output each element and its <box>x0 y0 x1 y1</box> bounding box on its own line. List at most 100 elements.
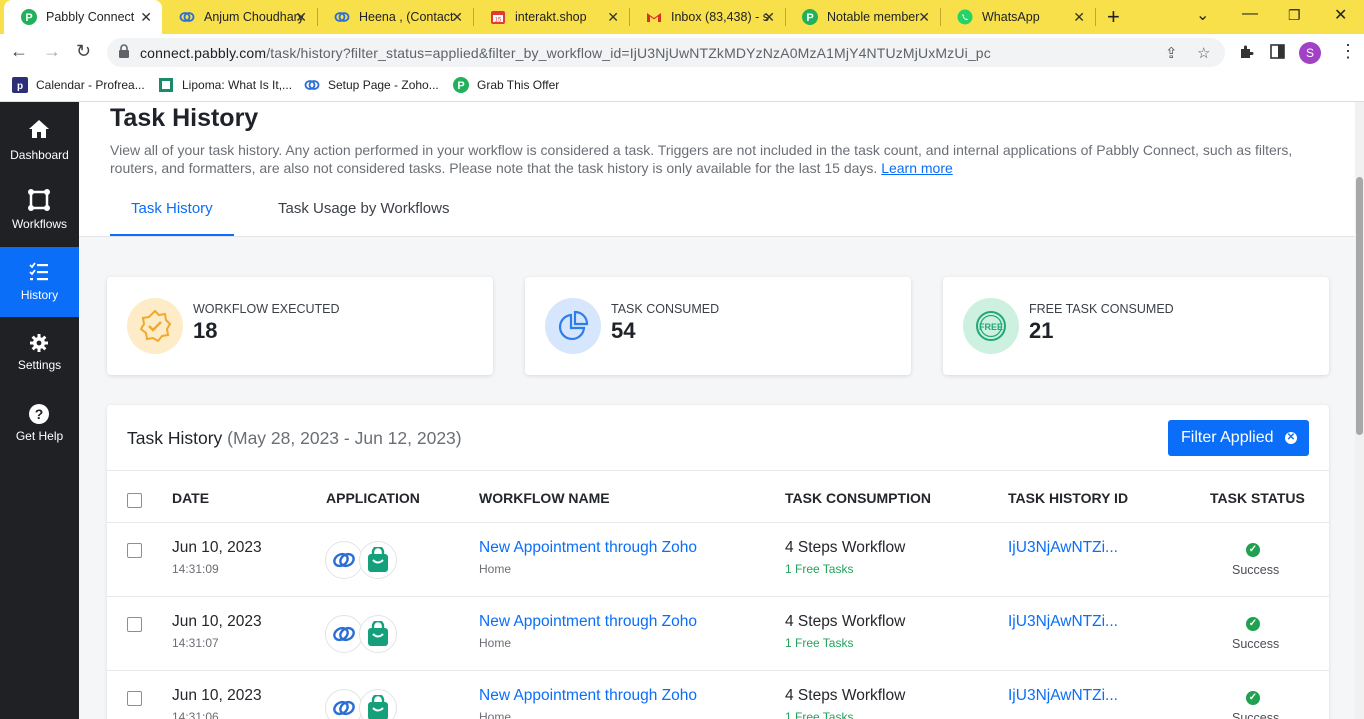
bookmark-setup-zoho[interactable]: Setup Page - Zoho... <box>304 77 439 93</box>
extensions-icon[interactable] <box>1238 44 1254 65</box>
svg-text:P: P <box>806 12 813 24</box>
row-date: Jun 10, 2023 <box>172 687 262 704</box>
tab-divider <box>1095 8 1096 26</box>
row-workflow-link[interactable]: New Appointment through Zoho <box>479 613 697 631</box>
sidebar-item-dashboard[interactable]: Dashboard <box>0 107 79 177</box>
sidebar-item-workflows[interactable]: Workflows <box>0 179 79 249</box>
bookmark-doc-icon <box>158 77 174 93</box>
clear-filter-icon[interactable]: ✕ <box>1285 432 1297 444</box>
browser-toolbar: ← → ↻ connect.pabbly.com/task/history?fi… <box>0 34 1364 71</box>
tab-divider <box>785 8 786 26</box>
sidebar-item-history[interactable]: History <box>0 247 79 317</box>
browser-tab-pabbly-connect[interactable]: P Pabbly Connect ✕ <box>4 0 162 34</box>
bookmark-grab-offer[interactable]: P Grab This Offer <box>453 77 559 93</box>
reload-button[interactable]: ↻ <box>76 41 91 62</box>
row-checkbox[interactable] <box>127 617 142 632</box>
column-header-date: DATE <box>172 490 210 506</box>
browser-tab-strip: P Pabbly Connect ✕ Anjum Choudhary ✕ Hee… <box>0 0 1364 34</box>
stat-label: TASK CONSUMED <box>611 302 720 316</box>
column-header-task-status: TASK STATUS <box>1210 490 1305 506</box>
address-bar[interactable]: connect.pabbly.com/task/history?filter_s… <box>107 38 1225 67</box>
row-checkbox[interactable] <box>127 691 142 706</box>
row-task-history-id[interactable]: IjU3NjAwNTZi... <box>1008 539 1118 557</box>
row-free-tasks: 1 Free Tasks <box>785 562 854 576</box>
row-date: Jun 10, 2023 <box>172 613 262 630</box>
row-divider <box>107 596 1329 597</box>
new-tab-button[interactable]: + <box>1107 4 1120 30</box>
column-header-task-history-id: TASK HISTORY ID <box>1008 490 1129 506</box>
shopping-bag-icon <box>359 615 397 653</box>
row-status: Success <box>1232 563 1280 577</box>
learn-more-link[interactable]: Learn more <box>881 160 953 176</box>
stat-label: FREE TASK CONSUMED <box>1029 302 1174 316</box>
row-folder: Home <box>479 636 512 650</box>
sidebar-item-settings[interactable]: Settings <box>0 320 79 390</box>
row-folder: Home <box>479 562 512 576</box>
shopping-bag-icon <box>359 689 397 719</box>
filter-applied-button[interactable]: Filter Applied ✕ <box>1168 420 1309 456</box>
row-task-history-id[interactable]: IjU3NjAwNTZi... <box>1008 613 1118 631</box>
close-tab-icon[interactable]: ✕ <box>607 9 619 26</box>
row-time: 14:31:06 <box>172 710 219 719</box>
close-window-icon[interactable]: ✕ <box>1334 5 1347 25</box>
browser-tab-heena[interactable]: Heena , (Contact ✕ <box>317 0 473 34</box>
row-workflow-link[interactable]: New Appointment through Zoho <box>479 687 697 705</box>
share-icon[interactable]: ⇪ <box>1165 44 1178 62</box>
svg-text:?: ? <box>35 406 44 422</box>
row-time: 14:31:09 <box>172 562 219 576</box>
row-task-history-id[interactable]: IjU3NjAwNTZi... <box>1008 687 1118 705</box>
chrome-menu-icon[interactable]: ⋮ <box>1339 41 1357 62</box>
sidebar-item-get-help[interactable]: ? Get Help <box>0 391 79 461</box>
stat-card-free-task-consumed: FREE FREE TASK CONSUMED 21 <box>943 277 1329 375</box>
profrea-icon: p <box>12 77 28 93</box>
page-header: Task History View all of your task histo… <box>79 102 1355 237</box>
svg-text:15: 15 <box>495 18 502 24</box>
pie-chart-icon <box>545 298 601 354</box>
stat-card-workflow-executed: WORKFLOW EXECUTED 18 <box>107 277 493 375</box>
close-tab-icon[interactable]: ✕ <box>140 9 152 26</box>
tab-task-usage-by-workflows[interactable]: Task Usage by Workflows <box>278 200 449 217</box>
row-free-tasks: 1 Free Tasks <box>785 636 854 650</box>
check-circle-icon: ✓ <box>1246 543 1260 557</box>
row-folder: Home <box>479 710 512 719</box>
shopping-bag-icon <box>359 541 397 579</box>
minimize-icon[interactable]: — <box>1242 5 1258 23</box>
bookmark-calendar-profrea[interactable]: p Calendar - Profrea... <box>12 77 145 93</box>
scrollbar-thumb[interactable] <box>1356 177 1363 435</box>
pabbly-icon: P <box>21 9 37 25</box>
zoho-bookings-icon <box>325 541 363 579</box>
row-date: Jun 10, 2023 <box>172 539 262 556</box>
zoho-bookings-icon <box>179 9 195 25</box>
svg-text:P: P <box>457 80 464 92</box>
column-header-workflow-name: WORKFLOW NAME <box>479 490 610 506</box>
gmail-icon <box>646 9 662 25</box>
row-workflow-link[interactable]: New Appointment through Zoho <box>479 539 697 557</box>
browser-tab-gmail[interactable]: Inbox (83,438) - s ✕ <box>629 0 785 34</box>
close-tab-icon[interactable]: ✕ <box>451 9 463 26</box>
forward-button[interactable]: → <box>43 41 61 62</box>
stat-card-task-consumed: TASK CONSUMED 54 <box>525 277 911 375</box>
profile-avatar[interactable]: S <box>1299 42 1321 64</box>
back-button[interactable]: ← <box>10 41 28 62</box>
select-all-checkbox[interactable] <box>127 493 142 508</box>
browser-tab-whatsapp[interactable]: WhatsApp ✕ <box>940 0 1095 34</box>
close-tab-icon[interactable]: ✕ <box>295 9 307 26</box>
browser-tab-anjum[interactable]: Anjum Choudhary ✕ <box>162 0 317 34</box>
bookmark-lipoma[interactable]: Lipoma: What Is It,... <box>158 77 292 93</box>
home-icon <box>27 117 51 141</box>
browser-tab-notable[interactable]: P Notable member ✕ <box>785 0 940 34</box>
close-tab-icon[interactable]: ✕ <box>1073 9 1085 26</box>
side-panel-icon[interactable] <box>1270 44 1285 64</box>
svg-text:P: P <box>25 12 32 24</box>
row-status: Success <box>1232 637 1280 651</box>
close-tab-icon[interactable]: ✕ <box>763 9 775 26</box>
row-divider <box>107 522 1329 523</box>
restore-icon[interactable]: ❐ <box>1288 7 1301 24</box>
tab-task-history[interactable]: Task History <box>131 200 213 217</box>
tab-search-icon[interactable]: ⌄ <box>1196 5 1209 25</box>
close-tab-icon[interactable]: ✕ <box>918 9 930 26</box>
bookmark-star-icon[interactable]: ☆ <box>1197 44 1210 62</box>
row-checkbox[interactable] <box>127 543 142 558</box>
browser-tab-interakt[interactable]: 15 interakt.shop ✕ <box>473 0 629 34</box>
page-scrollbar[interactable] <box>1355 102 1364 719</box>
